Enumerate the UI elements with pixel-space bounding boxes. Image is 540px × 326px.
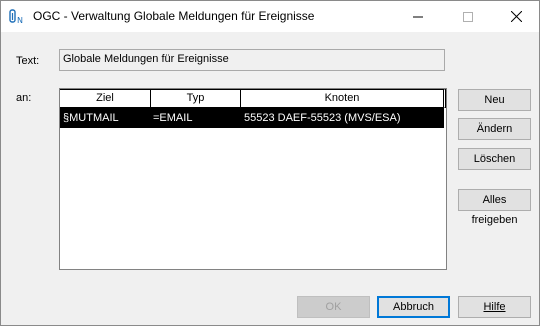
column-header-ziel[interactable]: Ziel: [60, 89, 151, 108]
text-label: Text:: [16, 55, 40, 67]
release-all-button[interactable]: Alles freigeben: [458, 189, 531, 226]
list-header: Ziel Typ Knoten: [60, 89, 446, 108]
window-title: OGC - Verwaltung Globale Meldungen für E…: [33, 9, 315, 23]
close-button[interactable]: [493, 1, 539, 32]
cell-typ: =EMAIL: [153, 112, 193, 124]
cancel-button[interactable]: Abbruch: [377, 296, 450, 318]
column-header-knoten[interactable]: Knoten: [240, 89, 446, 108]
an-label: an:: [16, 92, 32, 104]
dialog-window: N OGC - Verwaltung Globale Meldungen für…: [0, 0, 540, 326]
app-icon: N: [9, 9, 26, 25]
minimize-icon: [413, 16, 423, 17]
ok-button[interactable]: OK: [297, 296, 370, 318]
edit-button[interactable]: Ändern: [458, 118, 531, 140]
new-button[interactable]: Neu: [458, 89, 531, 111]
column-header-typ[interactable]: Typ: [150, 89, 241, 108]
recipient-list[interactable]: Ziel Typ Knoten §MUTMAIL =EMAIL 55523 DA…: [59, 88, 447, 270]
close-icon: [510, 11, 522, 22]
minimize-button[interactable]: [395, 1, 441, 32]
cell-knoten: 55523 DAEF-55523 (MVS/ESA): [244, 112, 401, 124]
text-field[interactable]: Globale Meldungen für Ereignisse: [59, 49, 445, 71]
svg-text:N: N: [17, 16, 23, 25]
title-bar[interactable]: N OGC - Verwaltung Globale Meldungen für…: [1, 1, 539, 32]
help-button[interactable]: Hilfe: [458, 296, 531, 318]
delete-button[interactable]: Löschen: [458, 148, 531, 170]
cell-ziel: §MUTMAIL: [63, 112, 119, 124]
maximize-button[interactable]: [445, 1, 491, 32]
list-row[interactable]: §MUTMAIL =EMAIL 55523 DAEF-55523 (MVS/ES…: [60, 108, 444, 128]
maximize-icon: [463, 11, 473, 22]
